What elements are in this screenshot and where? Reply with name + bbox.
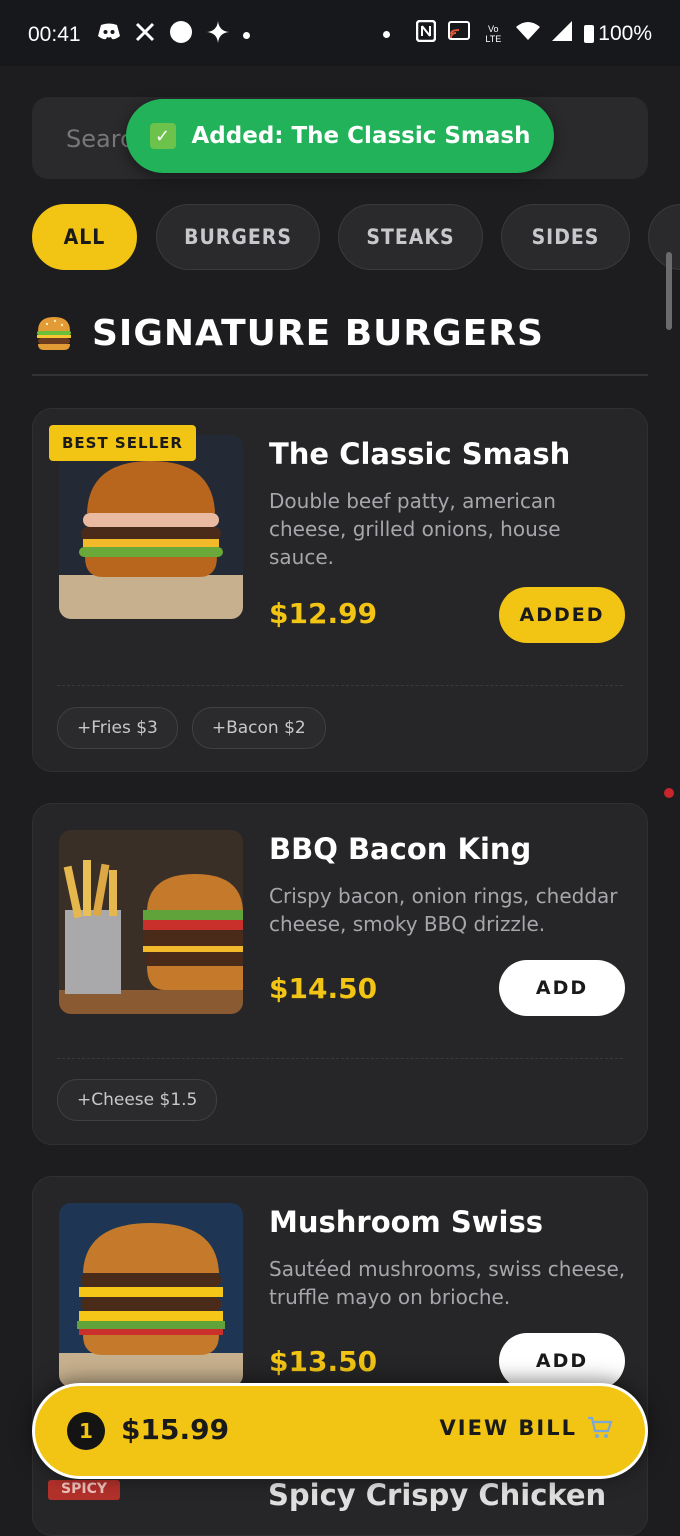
item-price: $13.50	[269, 1345, 378, 1378]
item-name: BBQ Bacon King	[269, 832, 532, 866]
nfc-icon	[416, 19, 437, 48]
spicy-badge: SPICY	[48, 1480, 120, 1500]
item-name: The Classic Smash	[269, 437, 571, 471]
menu-item-card[interactable]: BEST SELLER The Classic Smash Double bee…	[32, 408, 648, 772]
check-icon: ✓	[149, 123, 176, 149]
section-title: SIGNATURE BURGERS	[34, 308, 544, 358]
item-price: $12.99	[269, 597, 378, 630]
item-price: $14.50	[269, 972, 378, 1005]
extra-chip-cheese[interactable]: +Cheese $1.5	[57, 1079, 218, 1121]
item-name: Mushroom Swiss	[269, 1205, 544, 1239]
burger-icon	[34, 313, 74, 353]
x-icon	[135, 22, 155, 48]
view-bill-button[interactable]: VIEW BILL	[440, 1416, 613, 1440]
cart-total: $15.99	[121, 1413, 230, 1446]
cart-icon	[587, 1416, 613, 1440]
battery-icon	[584, 25, 595, 43]
added-toast: ✓ Added: The Classic Smash	[126, 99, 554, 173]
extra-chip-fries[interactable]: +Fries $3	[57, 707, 178, 749]
extras-list: +Cheese $1.5	[57, 1079, 231, 1121]
item-description: Crispy bacon, onion rings, cheddar chees…	[269, 884, 618, 936]
tab-steaks[interactable]: STEAKS	[338, 204, 483, 270]
extra-chip-bacon[interactable]: +Bacon $2	[191, 707, 326, 749]
sparkle-icon	[206, 21, 229, 49]
signal-icon	[552, 21, 573, 47]
extras-list: +Fries $3 +Bacon $2	[57, 707, 340, 749]
wifi-icon	[516, 21, 541, 47]
dot-icon	[383, 30, 391, 38]
item-description: Double beef patty, american cheese, gril…	[269, 489, 561, 569]
tab-more[interactable]	[648, 204, 680, 270]
dot-icon	[242, 31, 250, 39]
item-photo	[59, 1203, 243, 1387]
view-bill-label: VIEW BILL	[439, 1416, 577, 1440]
add-button[interactable]: ADD	[499, 1333, 625, 1389]
best-seller-badge: BEST SELLER	[49, 425, 196, 461]
cart-bar[interactable]: 1 $15.99 VIEW BILL	[32, 1383, 648, 1479]
battery-level: 100%	[598, 22, 652, 45]
discord-icon	[97, 22, 121, 48]
status-bar: 00:41 Vo LTE 100%	[0, 0, 680, 66]
added-button[interactable]: ADDED	[499, 587, 625, 643]
section-divider	[32, 374, 648, 376]
item-description: Sautéed mushrooms, swiss cheese, truffle…	[269, 1257, 626, 1309]
item-name: Spicy Crispy Chicken	[268, 1478, 607, 1512]
item-photo	[59, 435, 243, 619]
tab-all[interactable]: ALL	[32, 204, 137, 270]
menu-item-card[interactable]: BBQ Bacon King Crispy bacon, onion rings…	[32, 803, 648, 1145]
category-tabs: ALL BURGERS STEAKS SIDES	[32, 204, 680, 270]
section-title-text: SIGNATURE BURGERS	[92, 312, 544, 354]
status-time: 00:41	[28, 23, 81, 46]
item-photo	[59, 830, 243, 1014]
volte-icon: Vo LTE	[485, 24, 502, 44]
card-separator	[57, 1058, 623, 1059]
circle-icon	[169, 20, 193, 50]
card-separator	[57, 685, 623, 686]
toast-text: Added: The Classic Smash	[191, 123, 531, 149]
cast-icon	[448, 21, 471, 47]
tab-burgers[interactable]: BURGERS	[156, 204, 320, 270]
tabs-scrollbar[interactable]	[666, 252, 672, 330]
add-button[interactable]: ADD	[499, 960, 625, 1016]
tab-sides[interactable]: SIDES	[501, 204, 630, 270]
indicator-dot	[664, 788, 674, 798]
cart-count-badge: 1	[67, 1412, 105, 1450]
